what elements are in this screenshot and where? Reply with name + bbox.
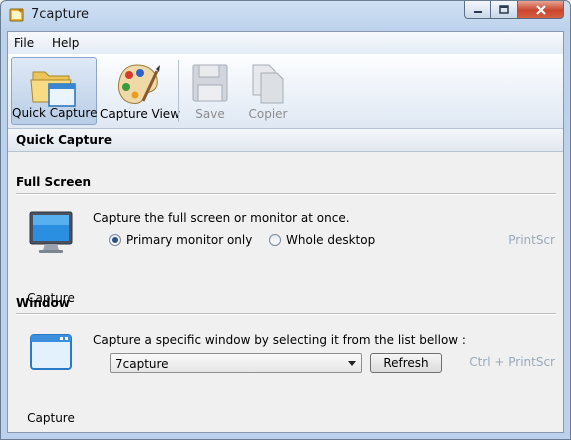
app-icon bbox=[9, 8, 24, 22]
primary-monitor-radio[interactable]: Primary monitor only bbox=[109, 233, 252, 247]
copier-label: Copier bbox=[248, 107, 288, 121]
maximize-button[interactable] bbox=[491, 1, 518, 19]
full-screen-description: Capture the full screen or monitor at on… bbox=[93, 211, 350, 225]
capture-view-button[interactable]: Capture View bbox=[100, 57, 181, 125]
full-screen-shortcut: PrintScr bbox=[508, 233, 555, 247]
window-select[interactable]: 7capture bbox=[110, 353, 362, 373]
maximize-icon bbox=[499, 5, 509, 14]
monitor-icon bbox=[29, 211, 73, 253]
window-select-value: 7capture bbox=[115, 357, 169, 371]
copier-button[interactable]: Copier bbox=[240, 57, 296, 125]
full-screen-title: Full Screen bbox=[16, 175, 92, 189]
section-title: Quick Capture bbox=[16, 133, 112, 147]
window-description: Capture a specific window by selecting i… bbox=[93, 333, 466, 347]
refresh-button[interactable]: Refresh bbox=[370, 353, 442, 373]
quick-capture-button[interactable]: Quick Capture bbox=[11, 57, 97, 125]
primary-monitor-label: Primary monitor only bbox=[126, 233, 253, 247]
close-button[interactable] bbox=[518, 1, 564, 19]
close-icon bbox=[535, 4, 546, 15]
quick-capture-label: Quick Capture bbox=[12, 106, 98, 120]
window-group-divider bbox=[16, 313, 556, 315]
folder-window-icon bbox=[30, 71, 76, 107]
radio-selected-icon bbox=[109, 234, 121, 246]
window-capture-label: Capture bbox=[27, 411, 75, 425]
menu-help[interactable]: Help bbox=[52, 36, 79, 50]
floppy-disk-icon bbox=[192, 64, 228, 102]
radio-unselected-icon bbox=[269, 234, 281, 246]
title-bar[interactable]: 7capture bbox=[1, 1, 570, 29]
window-title: 7capture bbox=[31, 7, 90, 22]
chevron-down-icon bbox=[348, 361, 356, 366]
toolbar-separator bbox=[178, 60, 179, 122]
full-screen-capture-button[interactable] bbox=[26, 210, 76, 259]
palette-icon bbox=[118, 64, 160, 104]
capture-view-label: Capture View bbox=[100, 107, 181, 121]
minimize-icon bbox=[473, 10, 482, 13]
client-area: File Help Quick Capture Capture View Sav… bbox=[7, 31, 564, 433]
menu-file[interactable]: File bbox=[14, 36, 34, 50]
caption-buttons bbox=[464, 1, 564, 19]
full-screen-divider bbox=[16, 193, 556, 195]
window-icon bbox=[30, 334, 72, 370]
whole-desktop-radio[interactable]: Whole desktop bbox=[269, 233, 375, 247]
section-header: Quick Capture bbox=[8, 129, 563, 152]
whole-desktop-label: Whole desktop bbox=[286, 233, 376, 247]
app-window: 7capture File Help Quick Capture Capture… bbox=[0, 0, 571, 440]
save-label: Save bbox=[195, 107, 225, 121]
toolbar: Quick Capture Capture View Save Copier bbox=[8, 54, 563, 129]
minimize-button[interactable] bbox=[464, 1, 491, 19]
save-button[interactable]: Save bbox=[182, 57, 238, 125]
quick-capture-panel: Full Screen Capture Capture the full scr… bbox=[8, 152, 563, 432]
window-group-title: Window bbox=[16, 296, 70, 310]
window-shortcut: Ctrl + PrintScr bbox=[469, 355, 555, 369]
window-capture-button[interactable] bbox=[26, 332, 76, 377]
menu-bar: File Help bbox=[8, 32, 563, 54]
copy-icon bbox=[252, 64, 284, 104]
